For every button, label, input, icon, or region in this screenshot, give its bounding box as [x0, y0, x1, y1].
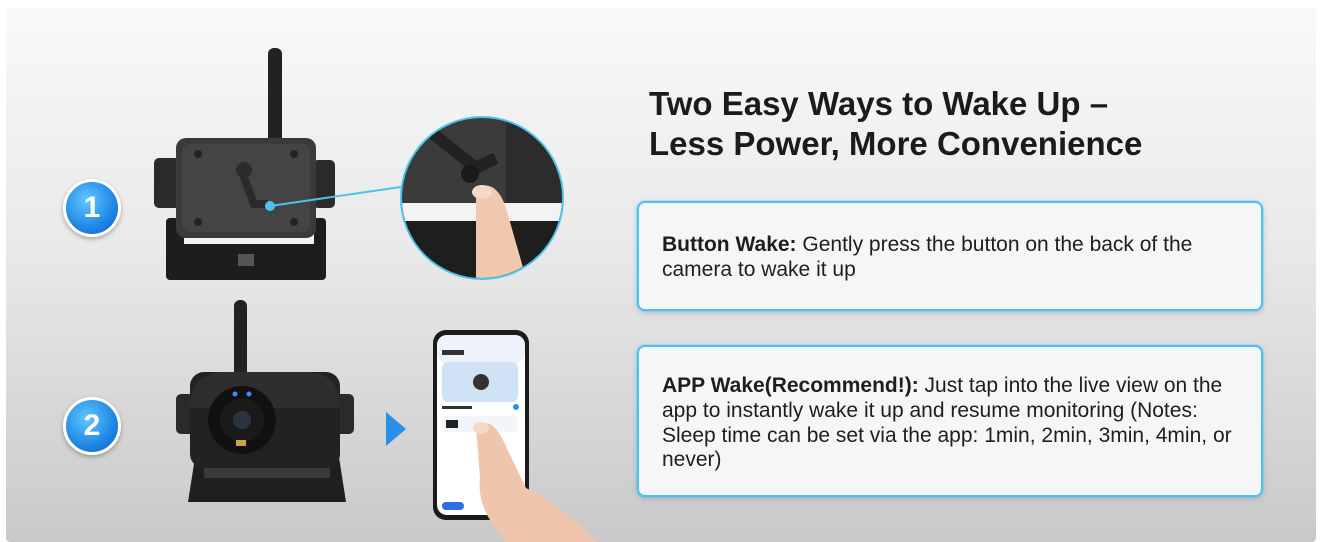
app-wake-text: APP Wake(Recommend!): Just tap into the … — [662, 374, 1247, 473]
button-wake-card: Button Wake: Gently press the button on … — [637, 201, 1263, 311]
button-closeup-image — [400, 116, 564, 280]
app-wake-title: APP Wake(Recommend!): — [662, 374, 919, 397]
step-badge-2: 2 — [63, 397, 121, 455]
arrow-right-icon — [386, 412, 406, 446]
button-wake-text: Button Wake: Gently press the button on … — [662, 233, 1247, 283]
button-wake-title: Button Wake: — [662, 233, 797, 256]
banner-panel: 1 2 Two Easy Ways to Wake Up – Less Powe… — [6, 8, 1316, 542]
app-wake-card: APP Wake(Recommend!): Just tap into the … — [637, 345, 1263, 497]
step-badge-1: 1 — [63, 179, 121, 237]
headline-line-2: Less Power, More Convenience — [649, 124, 1143, 162]
camera-front-image — [176, 300, 354, 502]
phone-app-image — [433, 330, 596, 542]
camera-rear-image — [154, 48, 409, 280]
headline-line-1: Two Easy Ways to Wake Up – — [649, 85, 1109, 122]
headline: Two Easy Ways to Wake Up – Less Power, M… — [649, 84, 1289, 163]
